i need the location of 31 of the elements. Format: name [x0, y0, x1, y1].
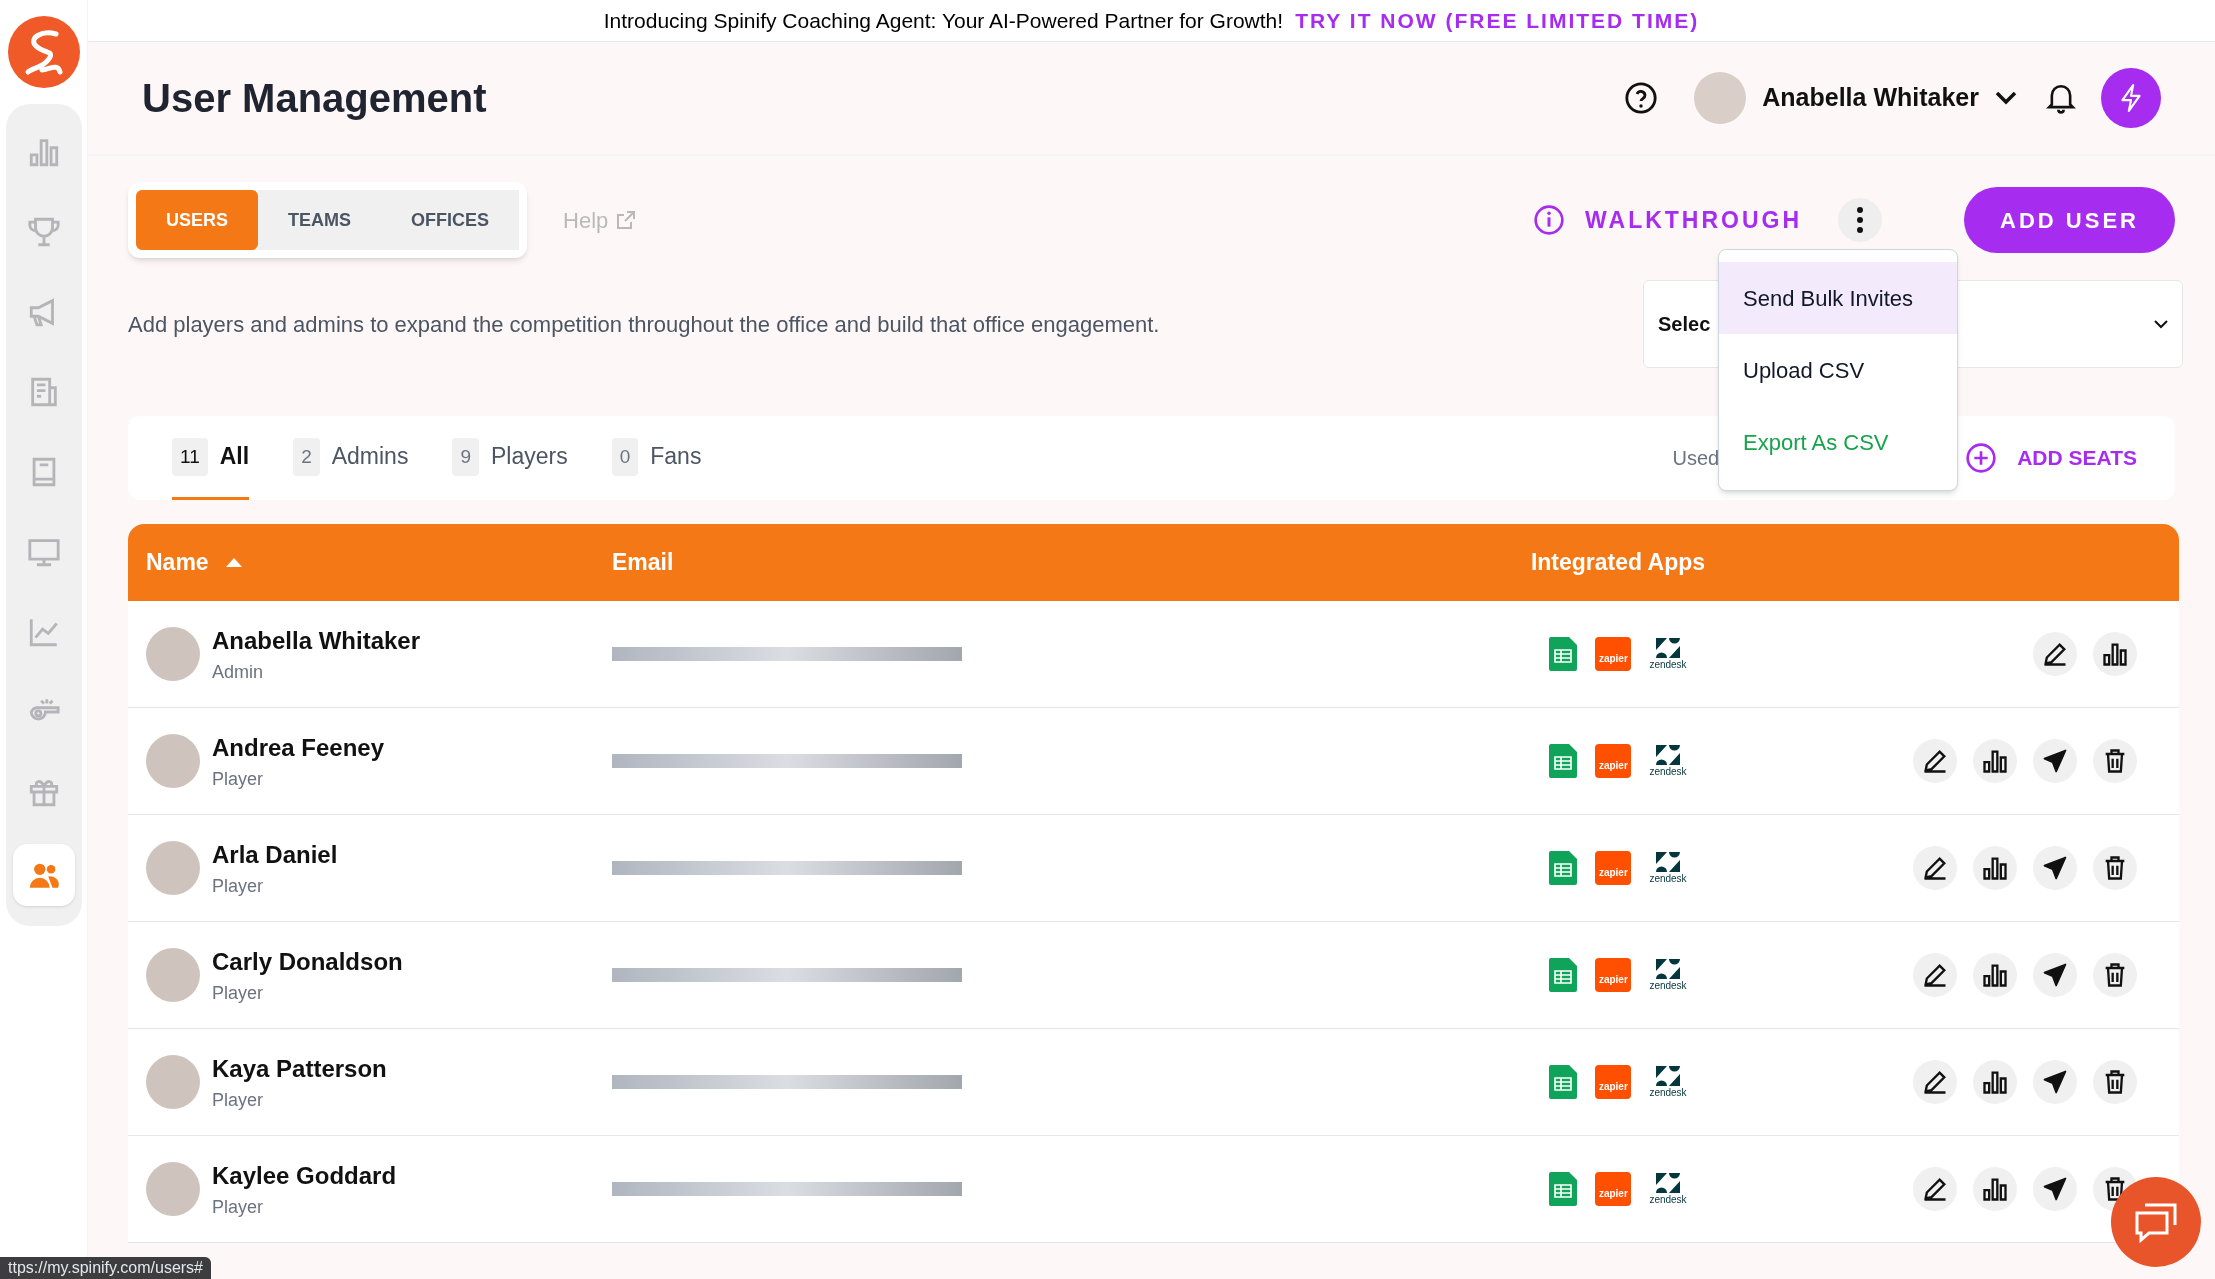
- description-text: Add players and admins to expand the competition throughout the office and build that office engagement.: [128, 310, 1160, 339]
- count-badge: 0: [611, 437, 639, 476]
- zendesk-label: zendesk: [1649, 980, 1687, 992]
- zendesk-label: zendesk: [1649, 1194, 1687, 1206]
- role-label: Admins: [331, 442, 409, 472]
- user-role: Admin: [212, 660, 265, 684]
- count-badge: 11: [172, 437, 208, 476]
- zendesk-label: zendesk: [1649, 659, 1687, 671]
- zendesk-label: zendesk: [1649, 766, 1687, 778]
- zapier-logo: zapier: [1595, 637, 1632, 671]
- count-badge: 2: [293, 437, 320, 476]
- zapier-logo: zapier: [1595, 744, 1632, 778]
- banner-text: Introducing Spinify Coaching Agent: Your AI-Powered Partner for Growth!: [603, 7, 1284, 34]
- user-role: Player: [212, 981, 265, 1005]
- zapier-logo: zapier: [1595, 1172, 1632, 1206]
- user-role: Player: [212, 874, 265, 898]
- page-title: User Management: [142, 75, 487, 122]
- user-role: Player: [212, 767, 265, 791]
- role-label: Players: [491, 442, 568, 472]
- user-role: Player: [212, 1195, 265, 1219]
- zapier-logo: zapier: [1595, 1065, 1632, 1099]
- zendesk-label: zendesk: [1649, 1087, 1687, 1099]
- user-role: Player: [212, 1088, 265, 1112]
- role-label: All: [219, 442, 250, 472]
- count-badge: 9: [452, 437, 479, 476]
- zapier-logo: zapier: [1595, 851, 1632, 885]
- role-label: Fans: [650, 442, 702, 472]
- zapier-logo: zapier: [1595, 958, 1632, 992]
- zendesk-label: zendesk: [1649, 873, 1687, 885]
- used-label: Used: [1672, 446, 1720, 471]
- status-url: ttps://my.spinify.com/users#: [0, 1257, 211, 1279]
